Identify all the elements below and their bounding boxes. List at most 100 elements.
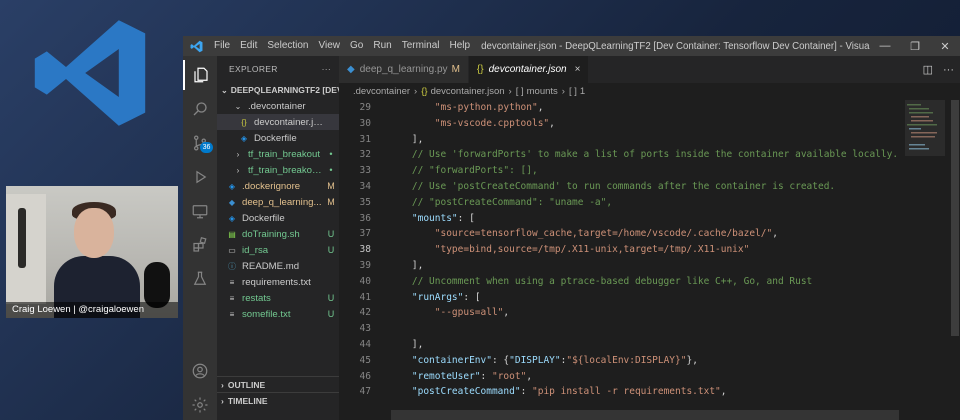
tab-deep-q-learning[interactable]: ◆ deep_q_learning.py M <box>339 56 469 83</box>
tree-item[interactable]: ≡ requirements.txt <box>217 274 339 290</box>
git-status-badge: M <box>327 181 335 191</box>
explorer-icon[interactable] <box>183 60 217 90</box>
extensions-icon[interactable] <box>183 230 217 260</box>
code-editor[interactable]: 29 "ms-python.python", 30 "ms-vscode.cppt… <box>339 100 899 400</box>
menu-go[interactable]: Go <box>345 36 368 56</box>
code-token: "mounts" <box>411 212 458 224</box>
tab-devcontainer-json[interactable]: {} devcontainer.json × <box>468 56 590 83</box>
tree-item-label: README.md <box>242 260 300 272</box>
close-tab-icon[interactable]: × <box>575 64 581 75</box>
tree-item[interactable]: ≡ somefile.txt U <box>217 306 339 322</box>
webcam-shelf <box>6 194 46 304</box>
minimap[interactable] <box>905 100 945 400</box>
code-text: // Use 'forwardPorts' to make a list of … <box>371 147 898 163</box>
account-icon[interactable] <box>183 356 217 386</box>
tree-item[interactable]: ◈ .dockerignore M <box>217 178 339 194</box>
settings-gear-icon[interactable] <box>183 390 217 420</box>
vscode-icon[interactable] <box>183 40 209 53</box>
breadcrumb-folder[interactable]: .devcontainer <box>353 86 410 97</box>
breadcrumb-count[interactable]: 1 <box>580 86 585 97</box>
vscode-logo-background <box>34 20 146 126</box>
code-line: 35 // "postCreateCommand": "uname -a", <box>339 195 899 211</box>
horizontal-scrollbar[interactable] <box>391 410 899 420</box>
run-debug-icon[interactable] <box>183 162 217 192</box>
git-status-badge: • <box>329 149 333 159</box>
tree-item[interactable]: ▭ id_rsa U <box>217 242 339 258</box>
outline-section[interactable]: › OUTLINE <box>217 376 339 392</box>
line-number: 30 <box>359 117 371 129</box>
tree-item[interactable]: ◈ Dockerfile <box>217 130 339 146</box>
code-text: "remoteUser": "root", <box>371 369 532 385</box>
menu-view[interactable]: View <box>314 36 346 56</box>
code-token: // "postCreateCommand": "uname -a", <box>411 196 613 208</box>
menu-selection[interactable]: Selection <box>262 36 313 56</box>
close-icon[interactable]: ✕ <box>930 40 960 53</box>
line-number: 37 <box>359 228 371 240</box>
vertical-scrollbar[interactable] <box>949 100 960 400</box>
menu-terminal[interactable]: Terminal <box>397 36 445 56</box>
menu-help[interactable]: Help <box>445 36 476 56</box>
tree-item-label: .devcontainer <box>248 100 306 112</box>
code-token: // Uncomment when using a ptrace-based d… <box>411 275 813 287</box>
code-token: , <box>526 370 533 382</box>
tree-item[interactable]: ◈ Dockerfile <box>217 210 339 226</box>
line-number: 29 <box>359 102 371 113</box>
restore-icon[interactable]: ❐ <box>900 40 930 53</box>
chevron-right-icon: › <box>221 395 224 406</box>
split-editor-icon[interactable]: ◫ <box>923 63 933 76</box>
remote-explorer-icon[interactable] <box>183 196 217 226</box>
source-control-icon[interactable]: 36 <box>183 128 217 158</box>
code-line: 32 // Use 'forwardPorts' to make a list … <box>339 147 899 163</box>
breadcrumb-symbol[interactable]: mounts <box>527 86 558 97</box>
menu-edit[interactable]: Edit <box>235 36 262 56</box>
code-line: 47 "postCreateCommand": "pip install -r … <box>339 384 899 400</box>
tree-item[interactable]: ⓘ README.md <box>217 258 339 274</box>
code-token: "${localEnv:DISPLAY}" <box>566 354 687 366</box>
line-number: 31 <box>359 133 371 145</box>
tree-item[interactable]: ▤ doTraining.sh U <box>217 226 339 242</box>
json-icon: {} <box>241 117 247 127</box>
docker-icon: ◈ <box>240 133 248 143</box>
python-icon: ◆ <box>347 64 355 75</box>
timeline-section[interactable]: › TIMELINE <box>217 392 339 408</box>
tree-item[interactable]: ≡ restats U <box>217 290 339 306</box>
code-token: : <box>520 386 533 398</box>
breadcrumb-file[interactable]: devcontainer.json <box>431 86 505 97</box>
more-actions-icon[interactable]: ··· <box>943 64 954 76</box>
tree-item[interactable]: ◆ deep_q_learning... M <box>217 194 339 210</box>
menu-run[interactable]: Run <box>368 36 396 56</box>
tree-item[interactable]: ⌄ .devcontainer <box>217 98 339 114</box>
search-icon[interactable] <box>183 94 217 124</box>
scrollbar-thumb[interactable] <box>951 100 959 336</box>
list-icon: ≡ <box>229 277 235 287</box>
git-status-badge: • <box>329 165 333 175</box>
code-token: : { <box>491 354 510 366</box>
workspace-folder-header[interactable]: ⌄ DEEPQLEARNINGTF2 [DEV ... <box>217 82 339 98</box>
chevron-right-icon: › <box>414 86 418 97</box>
flask-icon[interactable] <box>183 264 217 294</box>
code-text: // Use 'postCreateCommand' to run comman… <box>371 179 835 195</box>
menu-file[interactable]: File <box>209 36 235 56</box>
code-token: ], <box>389 133 424 145</box>
tree-item[interactable]: {} devcontainer.json <box>217 114 339 130</box>
outline-label: OUTLINE <box>227 379 266 390</box>
line-number: 44 <box>359 338 371 350</box>
more-actions-icon[interactable]: ··· <box>322 64 331 74</box>
line-number: 47 <box>359 386 371 398</box>
code-token: , <box>537 102 544 113</box>
tree-item[interactable]: › tf_train_breakout • <box>217 146 339 162</box>
activity-bar: 36 <box>183 56 217 420</box>
line-number: 46 <box>359 370 371 382</box>
git-status-badge: M <box>327 197 335 207</box>
code-token: : [ <box>463 291 481 303</box>
minimize-icon[interactable]: — <box>870 40 900 52</box>
tree-item[interactable]: › tf_train_breakou... • <box>217 162 339 178</box>
code-text: // "postCreateCommand": "uname -a", <box>371 195 612 211</box>
